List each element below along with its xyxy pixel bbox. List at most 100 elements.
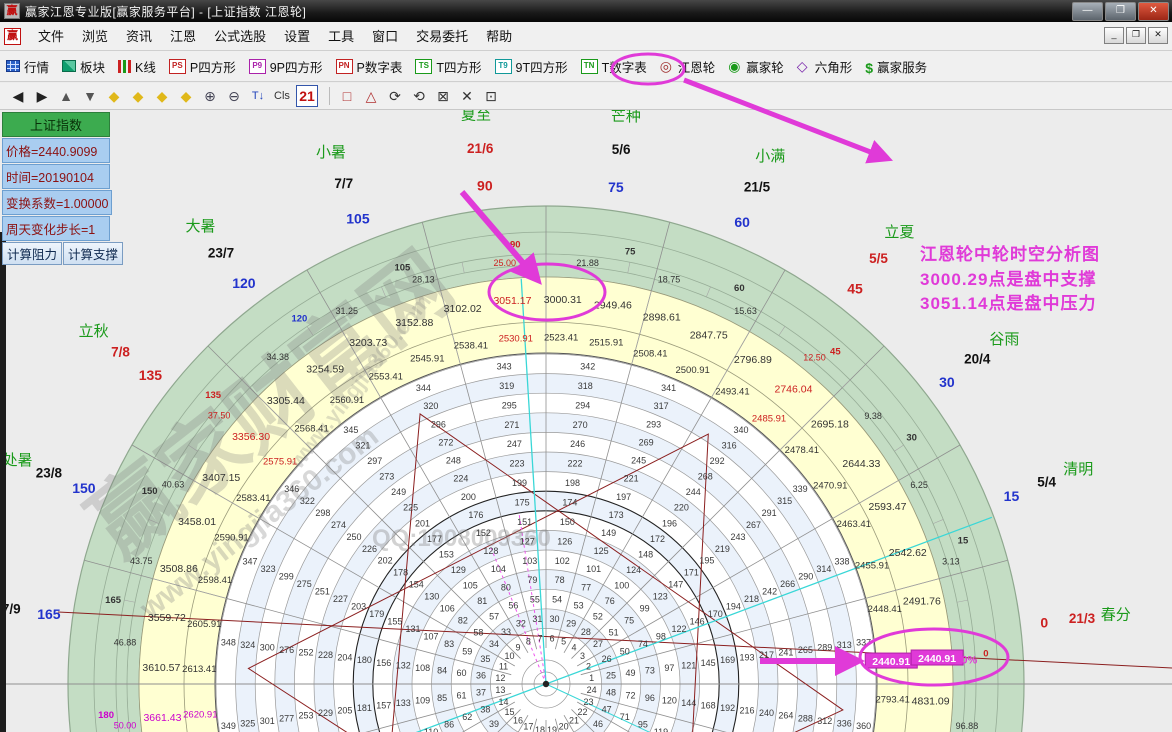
toolbar-item-9T四方形[interactable]: T99T四方形 (495, 57, 568, 76)
pan-down-button[interactable]: ◆ (176, 86, 196, 106)
svg-text:47: 47 (602, 704, 612, 714)
svg-text:2542.62: 2542.62 (889, 547, 927, 559)
toolbar-item-赢家服务[interactable]: $赢家服务 (865, 57, 927, 76)
svg-text:6: 6 (549, 634, 554, 644)
menu-item-8[interactable]: 交易委托 (407, 25, 477, 48)
pointer-up-button[interactable]: ▲ (56, 86, 76, 106)
svg-text:28.13: 28.13 (412, 274, 435, 284)
toolbar-item-板块[interactable]: 板块 (62, 57, 105, 76)
toolbar-item-P数字表[interactable]: PNP数字表 (336, 57, 403, 76)
toolbar-item-T四方形[interactable]: TST四方形 (415, 57, 481, 76)
close-button[interactable]: ✕ (1138, 2, 1169, 21)
screen-button[interactable]: ⊡ (481, 86, 501, 106)
svg-text:250: 250 (346, 532, 361, 542)
toolbar-label: 江恩轮 (678, 57, 716, 76)
toolbar-item-9P四方形[interactable]: P99P四方形 (249, 57, 323, 76)
svg-text:19: 19 (547, 725, 557, 732)
menu-item-1[interactable]: 浏览 (73, 25, 117, 48)
svg-text:3458.01: 3458.01 (178, 516, 216, 528)
svg-text:150: 150 (142, 486, 158, 497)
svg-text:2463.41: 2463.41 (837, 519, 871, 530)
toolbar-item-K线[interactable]: K线 (118, 57, 156, 76)
child-minimize-button[interactable]: _ (1104, 27, 1124, 44)
rotate-ccw-button[interactable]: ⟲ (409, 86, 429, 106)
toolbar-label: 9T四方形 (516, 57, 568, 76)
gann-wheel-chart[interactable]: 赢家财富网www.yingjia360.comwww.yingjia360.co… (0, 110, 1172, 732)
svg-text:0%: 0% (961, 655, 977, 667)
svg-text:54: 54 (552, 595, 562, 605)
menu-item-2[interactable]: 资讯 (117, 25, 161, 48)
pan-left-button[interactable]: ◆ (104, 86, 124, 106)
zoom-out-button[interactable]: ⊖ (224, 86, 244, 106)
svg-text:32: 32 (516, 619, 526, 629)
svg-text:105: 105 (463, 580, 478, 590)
rotate-cw-button[interactable]: ⟳ (385, 86, 405, 106)
svg-text:春分: 春分 (1101, 606, 1131, 623)
menu-item-3[interactable]: 江恩 (161, 25, 205, 48)
maximize-button[interactable]: ❐ (1105, 2, 1136, 21)
svg-text:谷雨: 谷雨 (989, 331, 1019, 348)
svg-text:251: 251 (315, 587, 330, 597)
zoom-in-button[interactable]: ⊕ (200, 86, 220, 106)
pointer-down-button[interactable]: ▼ (80, 86, 100, 106)
scroll-right-button[interactable]: ▶ (32, 86, 52, 106)
toolbar-item-P四方形[interactable]: PSP四方形 (169, 57, 236, 76)
time-price-button[interactable]: T↓ (248, 86, 268, 106)
svg-text:9.38: 9.38 (864, 411, 882, 421)
svg-text:154: 154 (409, 580, 424, 590)
svg-text:99: 99 (640, 603, 650, 613)
menu-item-9[interactable]: 帮助 (477, 25, 521, 48)
svg-text:75: 75 (608, 179, 624, 195)
toolbar-item-六角形[interactable]: ◇六角形 (797, 57, 853, 76)
calendar-button[interactable]: 21 (296, 85, 318, 107)
draw-triangle-button[interactable]: △ (361, 86, 381, 106)
svg-text:4831.09: 4831.09 (912, 695, 950, 707)
svg-text:277: 277 (279, 713, 294, 723)
toolbar-item-行情[interactable]: 行情 (6, 57, 49, 76)
drawing-toolbar: ◀▶▲▼◆◆◆◆⊕⊖T↓Cls21□△⟳⟲⊠✕⊡ (0, 83, 1172, 110)
toolbar-item-赢家轮[interactable]: ◉赢家轮 (728, 57, 784, 76)
pan-up-button[interactable]: ◆ (152, 86, 172, 106)
svg-text:3: 3 (580, 651, 585, 661)
svg-text:23/7: 23/7 (208, 245, 234, 260)
menu-item-0[interactable]: 文件 (29, 25, 73, 48)
svg-text:81: 81 (477, 596, 487, 606)
toolbar-item-江恩轮[interactable]: ◎江恩轮 (660, 57, 716, 76)
menu-item-6[interactable]: 工具 (319, 25, 363, 48)
scroll-left-button[interactable]: ◀ (8, 86, 28, 106)
menu-item-4[interactable]: 公式选股 (205, 25, 275, 48)
svg-text:219: 219 (715, 544, 730, 554)
toolbar-label: K线 (135, 57, 156, 76)
svg-text:2448.41: 2448.41 (868, 604, 902, 615)
svg-text:126: 126 (557, 536, 572, 546)
menu-item-7[interactable]: 窗口 (363, 25, 407, 48)
draw-square-button[interactable]: □ (337, 86, 357, 106)
minimize-button[interactable]: — (1072, 2, 1103, 21)
child-close-button[interactable]: ✕ (1148, 27, 1168, 44)
toolbar-label: P数字表 (357, 57, 403, 76)
toolbar-item-T数字表[interactable]: TNT数字表 (581, 57, 647, 76)
calc-support-button[interactable]: 计算支撑 (63, 242, 123, 265)
svg-text:97: 97 (664, 663, 674, 673)
svg-text:107: 107 (424, 632, 439, 642)
svg-text:175: 175 (515, 498, 530, 508)
svg-text:110: 110 (424, 727, 438, 732)
svg-text:34.38: 34.38 (267, 352, 290, 362)
shrink-button[interactable]: ✕ (457, 86, 477, 106)
svg-text:314: 314 (816, 564, 831, 574)
svg-text:104: 104 (491, 564, 506, 574)
svg-text:291: 291 (762, 508, 777, 518)
pan-right-button[interactable]: ◆ (128, 86, 148, 106)
svg-text:58: 58 (473, 627, 483, 637)
expand-button[interactable]: ⊠ (433, 86, 453, 106)
svg-text:95: 95 (638, 719, 648, 729)
svg-text:155: 155 (387, 617, 402, 627)
child-restore-button[interactable]: ❐ (1126, 27, 1146, 44)
svg-text:5: 5 (561, 637, 566, 647)
menu-item-5[interactable]: 设置 (275, 25, 319, 48)
svg-text:57: 57 (489, 612, 499, 622)
calc-resistance-button[interactable]: 计算阻力 (2, 242, 62, 265)
cls-button[interactable]: Cls (272, 86, 292, 106)
svg-text:56: 56 (508, 600, 518, 610)
svg-text:立夏: 立夏 (884, 224, 914, 241)
